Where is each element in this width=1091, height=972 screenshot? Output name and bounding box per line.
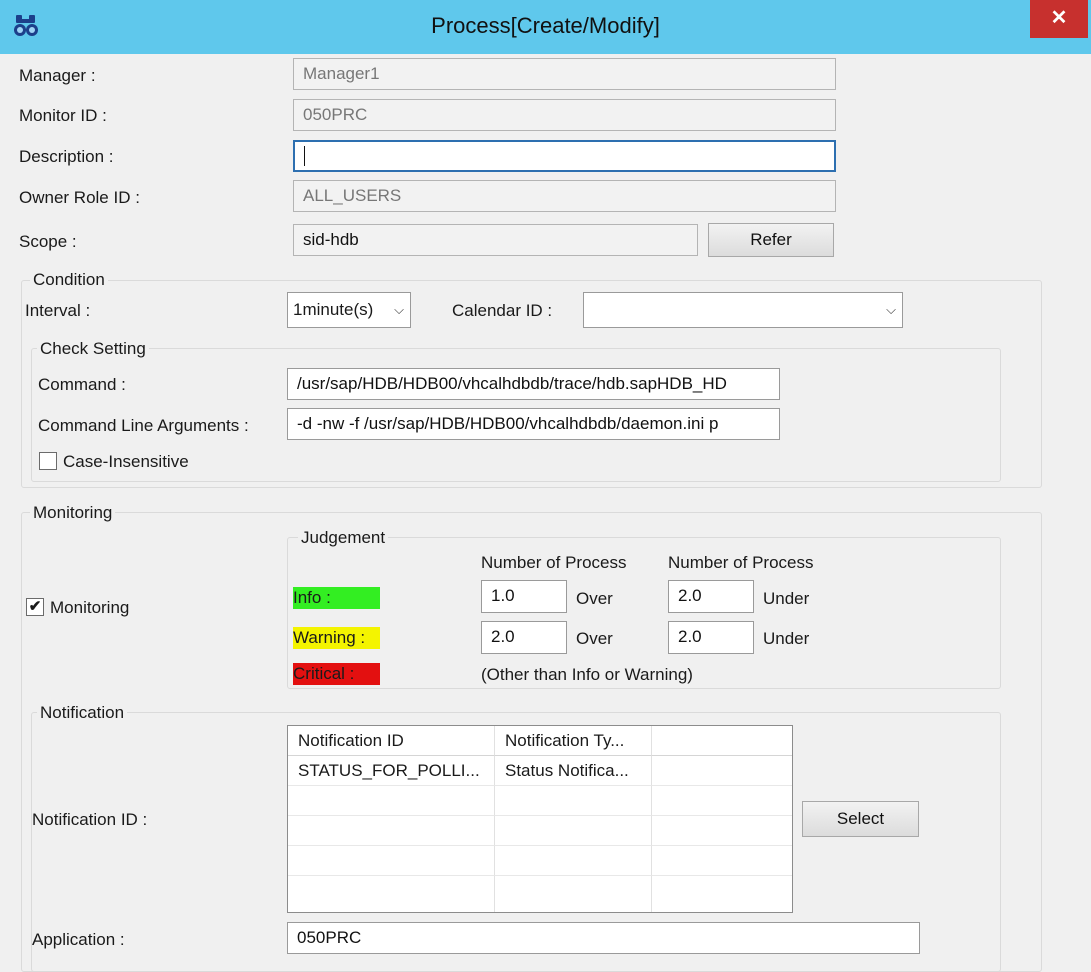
- chevron-down-icon: ⌵: [394, 302, 404, 317]
- table-cell-empty: [652, 816, 792, 846]
- table-cell-empty: [652, 786, 792, 816]
- description-label: Description :: [19, 147, 114, 166]
- table-row-empty: [288, 786, 495, 816]
- warning-min-operator: Over: [576, 629, 613, 648]
- owner-role-label: Owner Role ID :: [19, 188, 140, 207]
- warning-min-input[interactable]: 2.0: [481, 621, 567, 654]
- close-button[interactable]: ✕: [1030, 0, 1088, 38]
- scope-field: sid-hdb: [293, 224, 698, 256]
- chevron-down-icon: ⌵: [886, 302, 896, 317]
- critical-label: Critical :: [293, 663, 380, 685]
- refer-button[interactable]: Refer: [708, 223, 834, 257]
- application-label: Application :: [32, 930, 125, 949]
- command-args-label: Command Line Arguments :: [38, 416, 249, 435]
- manager-label: Manager :: [19, 66, 96, 85]
- monitoring-checkbox-label: Monitoring: [50, 598, 130, 617]
- info-max-input[interactable]: 2.0: [668, 580, 754, 613]
- table-cell-empty: [495, 846, 652, 876]
- calendar-id-label: Calendar ID :: [452, 301, 553, 320]
- info-min-operator: Over: [576, 589, 613, 608]
- description-input[interactable]: [293, 140, 836, 172]
- info-label: Info :: [293, 587, 380, 609]
- critical-note: (Other than Info or Warning): [481, 665, 693, 684]
- table-row-empty: [288, 816, 495, 846]
- info-max-operator: Under: [763, 589, 810, 608]
- warning-label: Warning :: [293, 627, 380, 649]
- notification-id-label: Notification ID :: [32, 810, 148, 829]
- interval-value: 1minute(s): [293, 300, 374, 319]
- monitor-id-field: 050PRC: [293, 99, 836, 131]
- table-cell-empty: [495, 876, 652, 912]
- case-insensitive-checkbox[interactable]: [39, 452, 57, 470]
- interval-label: Interval :: [25, 301, 91, 320]
- table-cell-empty: [652, 846, 792, 876]
- interval-select[interactable]: 1minute(s) ⌵: [287, 292, 411, 328]
- table-row-empty: [288, 876, 495, 912]
- monitoring-group-label: Monitoring: [30, 503, 116, 523]
- table-cell-empty: [495, 816, 652, 846]
- table-cell-empty: [652, 876, 792, 912]
- owner-role-field: ALL_USERS: [293, 180, 836, 212]
- manager-field: Manager1: [293, 58, 836, 90]
- calendar-id-select[interactable]: ⌵: [583, 292, 903, 328]
- select-button[interactable]: Select: [802, 801, 919, 837]
- scope-label: Scope :: [19, 232, 77, 251]
- command-args-input[interactable]: -d -nw -f /usr/sap/HDB/HDB00/vhcalhdbdb/…: [287, 408, 780, 440]
- table-row-empty: [288, 846, 495, 876]
- table-row-notification-type[interactable]: Status Notifica...: [495, 756, 652, 786]
- case-insensitive-label: Case-Insensitive: [63, 452, 189, 471]
- command-label: Command :: [38, 375, 126, 394]
- table-cell-empty: [495, 786, 652, 816]
- warning-max-operator: Under: [763, 629, 810, 648]
- info-min-input[interactable]: 1.0: [481, 580, 567, 613]
- check-setting-group-label: Check Setting: [37, 339, 149, 359]
- column-header-notification-id[interactable]: Notification ID: [288, 726, 495, 756]
- table-cell-empty: [652, 756, 792, 786]
- judgement-group-label: Judgement: [298, 528, 389, 548]
- monitoring-checkbox[interactable]: ✔: [26, 598, 44, 616]
- monitor-id-label: Monitor ID :: [19, 106, 107, 125]
- window-title: Process[Create/Modify]: [431, 13, 660, 38]
- notification-group-label: Notification: [37, 703, 128, 723]
- number-of-process-header-max: Number of Process: [668, 553, 814, 572]
- column-header-notification-type[interactable]: Notification Ty...: [495, 726, 652, 756]
- column-header-empty: [652, 726, 792, 756]
- warning-max-input[interactable]: 2.0: [668, 621, 754, 654]
- notification-table[interactable]: Notification ID Notification Ty... STATU…: [287, 725, 793, 913]
- command-input[interactable]: /usr/sap/HDB/HDB00/vhcalhdbdb/trace/hdb.…: [287, 368, 780, 400]
- application-input[interactable]: 050PRC: [287, 922, 920, 954]
- condition-group-label: Condition: [30, 270, 108, 290]
- number-of-process-header-min: Number of Process: [481, 553, 627, 572]
- text-cursor: [304, 146, 305, 166]
- table-row-notification-id[interactable]: STATUS_FOR_POLLI...: [288, 756, 495, 786]
